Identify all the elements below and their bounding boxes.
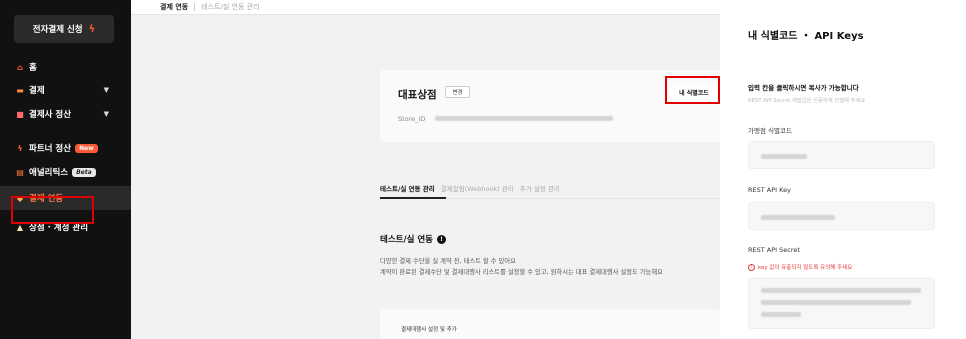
panel-title: 내 식별코드 ・ API Keys bbox=[748, 31, 864, 42]
bolt-icon: ϟ bbox=[17, 143, 23, 153]
card-icon: ▬ bbox=[16, 85, 24, 95]
tab-webhook[interactable]: 결제알림(Webhook) 관리 bbox=[441, 183, 514, 193]
chevron-down-icon[interactable]: ▼ bbox=[104, 86, 109, 94]
store-code-field[interactable] bbox=[748, 141, 935, 169]
sidebar-item-label: 애널리틱스 bbox=[29, 168, 69, 178]
api-keys-panel: 내 식별코드 ・ API Keys 입력 칸을 클릭하시면 복사가 가능합니다 … bbox=[720, 0, 966, 339]
store-code-label: 가맹점 식별코드 bbox=[748, 127, 792, 135]
info-icon[interactable]: ! bbox=[436, 234, 446, 244]
section-desc-1: 다양한 결제 수단을 실 계약 전, 테스트 할 수 있어요 bbox=[380, 258, 516, 265]
wallet-icon: ■ bbox=[16, 109, 24, 119]
store-code-value-redacted bbox=[761, 154, 807, 159]
api-secret-warning: ! key 값이 유출되지 않도록 유의해 주세요 bbox=[748, 263, 852, 271]
warning-icon: ! bbox=[748, 263, 755, 271]
panel-copy-hint: 입력 칸을 클릭하시면 복사가 가능합니다 bbox=[748, 84, 859, 92]
api-secret-value-redacted-1 bbox=[761, 288, 921, 293]
tab-extra-settings[interactable]: 추가 설정 관리 bbox=[520, 183, 560, 193]
api-secret-value-redacted-3 bbox=[761, 312, 801, 317]
highlight-box-id-button bbox=[665, 76, 720, 104]
highlight-box-nav bbox=[11, 196, 94, 224]
section-desc-2: 계약이 완료된 결제수단 및 결제대행사 리스트를 설정할 수 있고, 원하시는… bbox=[380, 269, 663, 276]
tab-test-live[interactable]: 테스트/실 연동 관리 bbox=[380, 183, 435, 193]
chevron-down-icon[interactable]: ▼ bbox=[104, 110, 109, 118]
pg-settings-label: 결제대행사 설정 및 추가 bbox=[401, 327, 457, 333]
sidebar-item[interactable]: ⌂ 홈 bbox=[0, 55, 131, 79]
new-badge: New bbox=[75, 143, 98, 153]
section-title-text: 테스트/실 연동 bbox=[380, 235, 433, 245]
beta-badge: Beta bbox=[72, 167, 96, 177]
panel-sub-hint: REST API Secret 재발급은 신중하게 진행해 주세요 bbox=[748, 98, 866, 104]
breadcrumb: 결제 연동 테스트/실 연동 관리 bbox=[131, 0, 720, 15]
chart-icon: ▤ bbox=[16, 167, 24, 177]
pg-settings-panel: 결제대행사 설정 및 추가 bbox=[380, 309, 720, 339]
tab-active-indicator bbox=[380, 197, 446, 199]
section-title: 테스트/실 연동 ! bbox=[380, 233, 446, 245]
api-key-value-redacted bbox=[761, 215, 835, 220]
sidebar-item-label: 파트너 정산 bbox=[29, 144, 72, 154]
sidebar-item[interactable]: ▤ 애널리틱스 Beta bbox=[0, 160, 131, 184]
sidebar-item-label: 결제 bbox=[29, 86, 45, 96]
api-secret-value-redacted-2 bbox=[761, 300, 911, 305]
subtabs: 테스트/실 연동 관리 결제알림(Webhook) 관리 추가 설정 관리 bbox=[380, 183, 560, 193]
api-secret-warning-text: key 값이 유출되지 않도록 유의해 주세요 bbox=[758, 265, 853, 271]
api-secret-label: REST API Secret bbox=[748, 246, 800, 254]
store-name: 대표상점 bbox=[398, 89, 437, 101]
apply-payment-button[interactable]: 전자결제 신청 ϟ bbox=[14, 15, 114, 43]
main-content: 결제 연동 테스트/실 연동 관리 대표상점 변경 Store_ID 내 식별코… bbox=[131, 0, 720, 339]
sidebar-item[interactable]: ϟ 파트너 정산 New bbox=[0, 136, 131, 160]
sidebar-item[interactable]: ▬ 결제 ▼ bbox=[0, 78, 131, 102]
store-id-label: Store_ID bbox=[398, 115, 426, 123]
breadcrumb-divider bbox=[194, 3, 196, 11]
home-icon: ⌂ bbox=[17, 62, 23, 72]
api-key-field[interactable] bbox=[748, 202, 935, 230]
sidebar: 전자결제 신청 ϟ ⌂ 홈 ▬ 결제 ▼ ■ 결제사 정산 ▼ ϟ 파트너 정산 New ▤ 애널리틱스… bbox=[0, 0, 131, 339]
sidebar-item-label: 홈 bbox=[29, 63, 37, 73]
breadcrumb-item[interactable]: 테스트/실 연동 관리 bbox=[201, 2, 259, 12]
breadcrumb-active[interactable]: 결제 연동 bbox=[160, 2, 188, 12]
bolt-icon: ϟ bbox=[88, 23, 96, 35]
store-id-value-redacted bbox=[435, 116, 613, 121]
sidebar-item-label: 결제사 정산 bbox=[29, 110, 72, 120]
sidebar-item[interactable]: ■ 결제사 정산 ▼ bbox=[0, 102, 131, 126]
api-secret-field[interactable] bbox=[748, 278, 935, 329]
change-store-button[interactable]: 변경 bbox=[445, 86, 470, 98]
api-key-label: REST API Key bbox=[748, 186, 791, 194]
apply-button-label: 전자결제 신청 bbox=[32, 25, 83, 35]
